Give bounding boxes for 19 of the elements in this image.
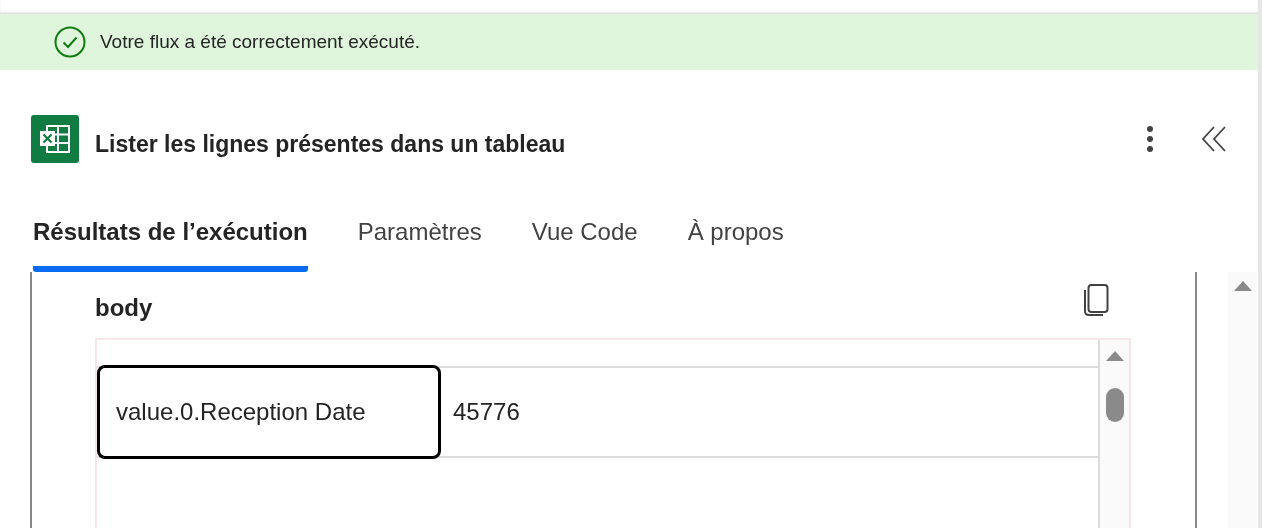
scrollbar[interactable] xyxy=(1098,340,1129,528)
scroll-up-icon[interactable] xyxy=(1233,280,1253,292)
scroll-thumb[interactable] xyxy=(1105,388,1124,422)
tab[interactable]: À propos xyxy=(687,210,784,272)
scrollbar[interactable] xyxy=(1228,272,1258,528)
tab[interactable]: Résultats de l’exécution xyxy=(33,210,308,272)
action-title: Lister les lignes présentes dans un tableau xyxy=(95,130,566,159)
copy-button[interactable] xyxy=(1083,284,1109,316)
spreadsheet-icon xyxy=(31,115,79,163)
table-cell: value.0.Reception Date xyxy=(97,365,441,459)
section-title: body xyxy=(95,293,153,323)
check-circle-icon xyxy=(54,26,86,58)
scroll-up-icon[interactable] xyxy=(1104,350,1125,362)
tab[interactable]: Paramètres xyxy=(357,210,482,272)
banner-message: Votre flux a été correctement exécuté. xyxy=(100,29,420,54)
collapse-button[interactable] xyxy=(1202,126,1226,152)
more-options-button[interactable] xyxy=(1146,125,1154,153)
table-cell-text: 45776 xyxy=(452,397,520,427)
tab[interactable]: Vue Code xyxy=(531,210,638,272)
